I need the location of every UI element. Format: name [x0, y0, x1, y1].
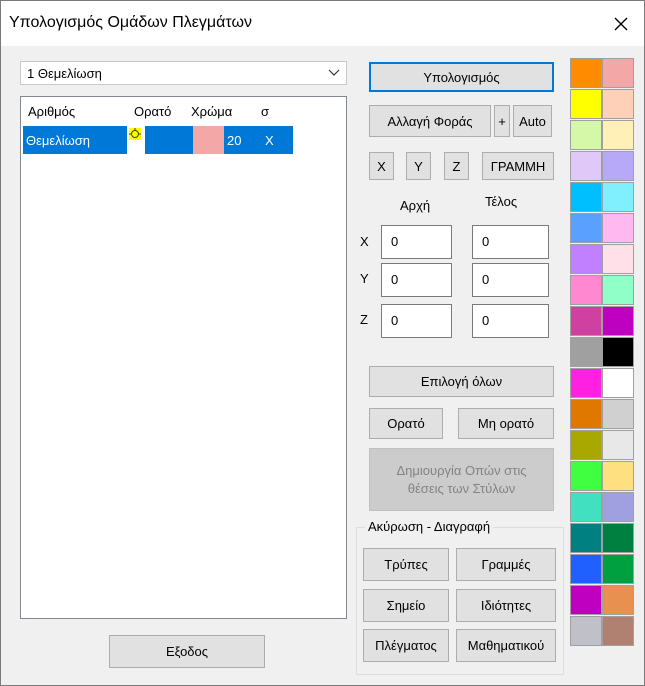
end-label: Τέλος — [485, 194, 518, 209]
color-swatch[interactable] — [570, 306, 602, 336]
window-title: Υπολογισμός Ομάδων Πλεγμάτων — [9, 14, 252, 31]
col-header-color[interactable]: Χρώμα — [191, 104, 232, 119]
color-swatch[interactable] — [570, 461, 602, 491]
dialog-window: Υπολογισμός Ομάδων Πλεγμάτων 1 Θεμελίωση… — [0, 0, 645, 686]
exit-button[interactable]: Εξοδος — [109, 635, 265, 668]
invisible-button[interactable]: Μη ορατό — [458, 408, 554, 439]
color-swatch[interactable] — [570, 182, 602, 212]
close-button[interactable] — [598, 1, 644, 46]
cancel-delete-group-label: Ακύρωση - Διαγραφή — [365, 519, 494, 534]
color-swatch[interactable] — [602, 275, 634, 305]
z-coord-label: Z — [360, 312, 368, 327]
color-swatch[interactable] — [570, 275, 602, 305]
mesh-button[interactable]: Πλέγματος — [363, 629, 449, 662]
y-coord-label: Y — [360, 271, 369, 286]
select-all-button[interactable]: Επιλογή όλων — [369, 366, 554, 397]
color-swatch[interactable] — [602, 368, 634, 398]
chevron-down-icon — [328, 69, 340, 76]
color-swatch[interactable] — [570, 213, 602, 243]
create-openings-button[interactable]: Δημιουργία Οπών στις θέσεις των Στύλων — [369, 448, 554, 511]
calculate-button[interactable]: Υπολογισμός — [369, 62, 554, 92]
color-swatch[interactable] — [570, 244, 602, 274]
row-color-swatch[interactable] — [193, 126, 224, 154]
y-button[interactable]: Y — [406, 152, 431, 180]
visible-bulb-icon — [129, 128, 141, 140]
groups-table[interactable]: Αριθμός Ορατό Χρώμα σ Θεμελίωση 20 X — [20, 96, 347, 619]
color-swatch[interactable] — [602, 399, 634, 429]
color-swatch[interactable] — [602, 244, 634, 274]
z-start-field[interactable]: 0 — [381, 304, 452, 338]
point-button[interactable]: Σημείο — [363, 589, 449, 622]
col-header-visible[interactable]: Ορατό — [134, 104, 171, 119]
color-swatch[interactable] — [602, 461, 634, 491]
color-swatch[interactable] — [602, 306, 634, 336]
start-label: Αρχή — [400, 198, 431, 213]
color-swatch[interactable] — [602, 213, 634, 243]
color-swatch[interactable] — [602, 616, 634, 646]
lines-button[interactable]: Γραμμές — [456, 548, 556, 581]
title-bar: Υπολογισμός Ομάδων Πλεγμάτων — [1, 1, 644, 46]
color-swatch[interactable] — [602, 182, 634, 212]
color-swatch[interactable] — [602, 523, 634, 553]
auto-button[interactable]: Auto — [513, 105, 552, 137]
color-swatch[interactable] — [602, 151, 634, 181]
color-swatch[interactable] — [570, 430, 602, 460]
y-end-field[interactable]: 0 — [472, 263, 549, 297]
properties-button[interactable]: Ιδιότητες — [456, 589, 556, 622]
color-swatch[interactable] — [570, 58, 602, 88]
z-end-field[interactable]: 0 — [472, 304, 549, 338]
color-swatch[interactable] — [602, 430, 634, 460]
row-name: Θεμελίωση — [23, 126, 127, 154]
z-button[interactable]: Z — [444, 152, 469, 180]
color-swatch[interactable] — [602, 585, 634, 615]
color-swatch[interactable] — [602, 58, 634, 88]
color-swatch[interactable] — [570, 89, 602, 119]
x-button[interactable]: X — [369, 152, 394, 180]
color-swatch[interactable] — [602, 120, 634, 150]
color-swatch[interactable] — [570, 337, 602, 367]
row-filler — [145, 126, 193, 154]
math-button[interactable]: Μαθηματικού — [456, 629, 556, 662]
color-swatch[interactable] — [602, 89, 634, 119]
color-swatch[interactable] — [570, 368, 602, 398]
plus-button[interactable]: + — [494, 105, 510, 137]
color-swatch[interactable] — [570, 523, 602, 553]
group-select-value: 1 Θεμελίωση — [27, 66, 102, 81]
change-direction-button[interactable]: Αλλαγή Φοράς — [369, 105, 491, 137]
color-swatch[interactable] — [570, 120, 602, 150]
x-start-field[interactable]: 0 — [381, 225, 452, 259]
color-swatch[interactable] — [602, 337, 634, 367]
x-coord-label: X — [360, 234, 369, 249]
color-swatch[interactable] — [570, 554, 602, 584]
line-button[interactable]: ΓΡΑΜΜΗ — [482, 152, 554, 180]
color-swatch[interactable] — [602, 554, 634, 584]
color-swatch[interactable] — [570, 151, 602, 181]
visible-button[interactable]: Ορατό — [369, 408, 443, 439]
x-end-field[interactable]: 0 — [472, 225, 549, 259]
visible-cell[interactable] — [127, 126, 145, 154]
color-swatch[interactable] — [602, 492, 634, 522]
row-sigma: X — [256, 126, 293, 154]
color-swatch[interactable] — [570, 616, 602, 646]
col-header-sigma[interactable]: σ — [261, 104, 269, 119]
close-icon — [614, 17, 628, 30]
holes-button[interactable]: Τρύπες — [363, 548, 449, 581]
y-start-field[interactable]: 0 — [381, 263, 452, 297]
color-swatch[interactable] — [570, 492, 602, 522]
row-value: 20 — [224, 126, 256, 154]
color-swatch[interactable] — [570, 585, 602, 615]
color-swatch[interactable] — [570, 399, 602, 429]
group-select[interactable]: 1 Θεμελίωση — [20, 61, 347, 85]
table-row[interactable]: Θεμελίωση 20 X — [23, 126, 293, 154]
col-header-number[interactable]: Αριθμός — [28, 104, 75, 119]
